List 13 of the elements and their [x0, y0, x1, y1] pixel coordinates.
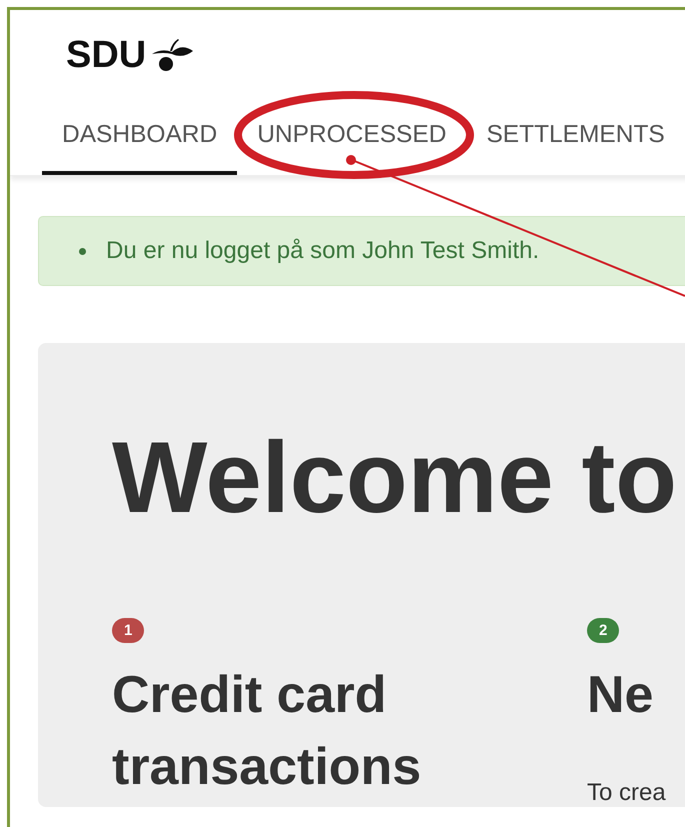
alert-message: Du er nu logget på som John Test Smith. [106, 237, 540, 265]
apple-leaf-icon [150, 37, 194, 73]
nav-tab[interactable]: UNPROCESSED [237, 115, 466, 175]
step-text: To crea [587, 779, 667, 808]
step-number-badge: 2 [587, 618, 620, 644]
step-heading: Credit card transactions [112, 665, 422, 798]
step-heading: Ne [587, 665, 654, 726]
step-number-badge: 1 [112, 618, 144, 644]
nav-tab[interactable]: DASHBOARD [42, 115, 238, 175]
bullet-icon [79, 248, 86, 254]
nav-tab[interactable]: SETTLEMENTS [466, 115, 685, 175]
welcome-heading: Welcome to [112, 423, 678, 534]
logo-text: SDU [66, 34, 146, 76]
